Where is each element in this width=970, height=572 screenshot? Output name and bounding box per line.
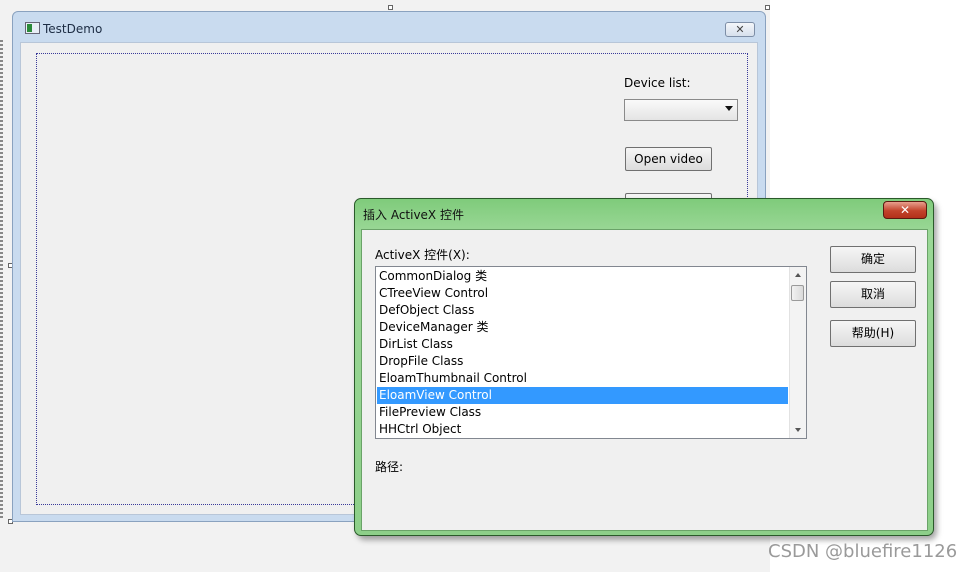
- open-video-button[interactable]: Open video: [625, 147, 712, 171]
- window-title: TestDemo: [43, 22, 103, 36]
- list-item[interactable]: DirList Class: [377, 336, 788, 353]
- list-item[interactable]: HHCtrl Object: [377, 421, 788, 438]
- list-item[interactable]: EloamThumbnail Control: [377, 370, 788, 387]
- window-icon: [25, 22, 40, 34]
- path-label: 路径:: [375, 460, 404, 474]
- scroll-thumb[interactable]: [791, 285, 804, 301]
- device-list-label: Device list:: [624, 76, 691, 90]
- dialog-client-area: ActiveX 控件(X): CommonDialog 类 CTreeView …: [361, 229, 928, 531]
- window-close-button[interactable]: ✕: [725, 22, 755, 37]
- insert-activex-dialog: 插入 ActiveX 控件 ✕ ActiveX 控件(X): CommonDia…: [354, 198, 934, 536]
- list-item[interactable]: DeviceManager 类: [377, 319, 788, 336]
- resize-handle[interactable]: [388, 5, 393, 10]
- dialog-title: 插入 ActiveX 控件: [363, 208, 464, 222]
- ok-button[interactable]: 确定: [830, 246, 916, 273]
- help-button[interactable]: 帮助(H): [830, 320, 916, 347]
- list-item[interactable]: FilePreview Class: [377, 404, 788, 421]
- cancel-button[interactable]: 取消: [830, 281, 916, 308]
- list-item[interactable]: CommonDialog 类: [377, 268, 788, 285]
- chevron-down-icon: [725, 106, 733, 111]
- scroll-up-icon[interactable]: [795, 273, 801, 277]
- list-item[interactable]: DropFile Class: [377, 353, 788, 370]
- activex-control-list[interactable]: CommonDialog 类 CTreeView Control DefObje…: [375, 266, 807, 439]
- list-item-selected[interactable]: EloamView Control: [377, 387, 788, 404]
- dialog-close-button[interactable]: ✕: [883, 201, 927, 219]
- device-list-dropdown[interactable]: [624, 99, 738, 121]
- ruler: [0, 40, 3, 520]
- activex-list-label: ActiveX 控件(X):: [375, 248, 470, 262]
- list-item[interactable]: DefObject Class: [377, 302, 788, 319]
- scroll-down-icon[interactable]: [795, 428, 801, 432]
- list-item[interactable]: CTreeView Control: [377, 285, 788, 302]
- resize-handle[interactable]: [765, 5, 770, 10]
- list-scrollbar[interactable]: [789, 267, 806, 438]
- watermark: CSDN @bluefire1126: [768, 541, 958, 562]
